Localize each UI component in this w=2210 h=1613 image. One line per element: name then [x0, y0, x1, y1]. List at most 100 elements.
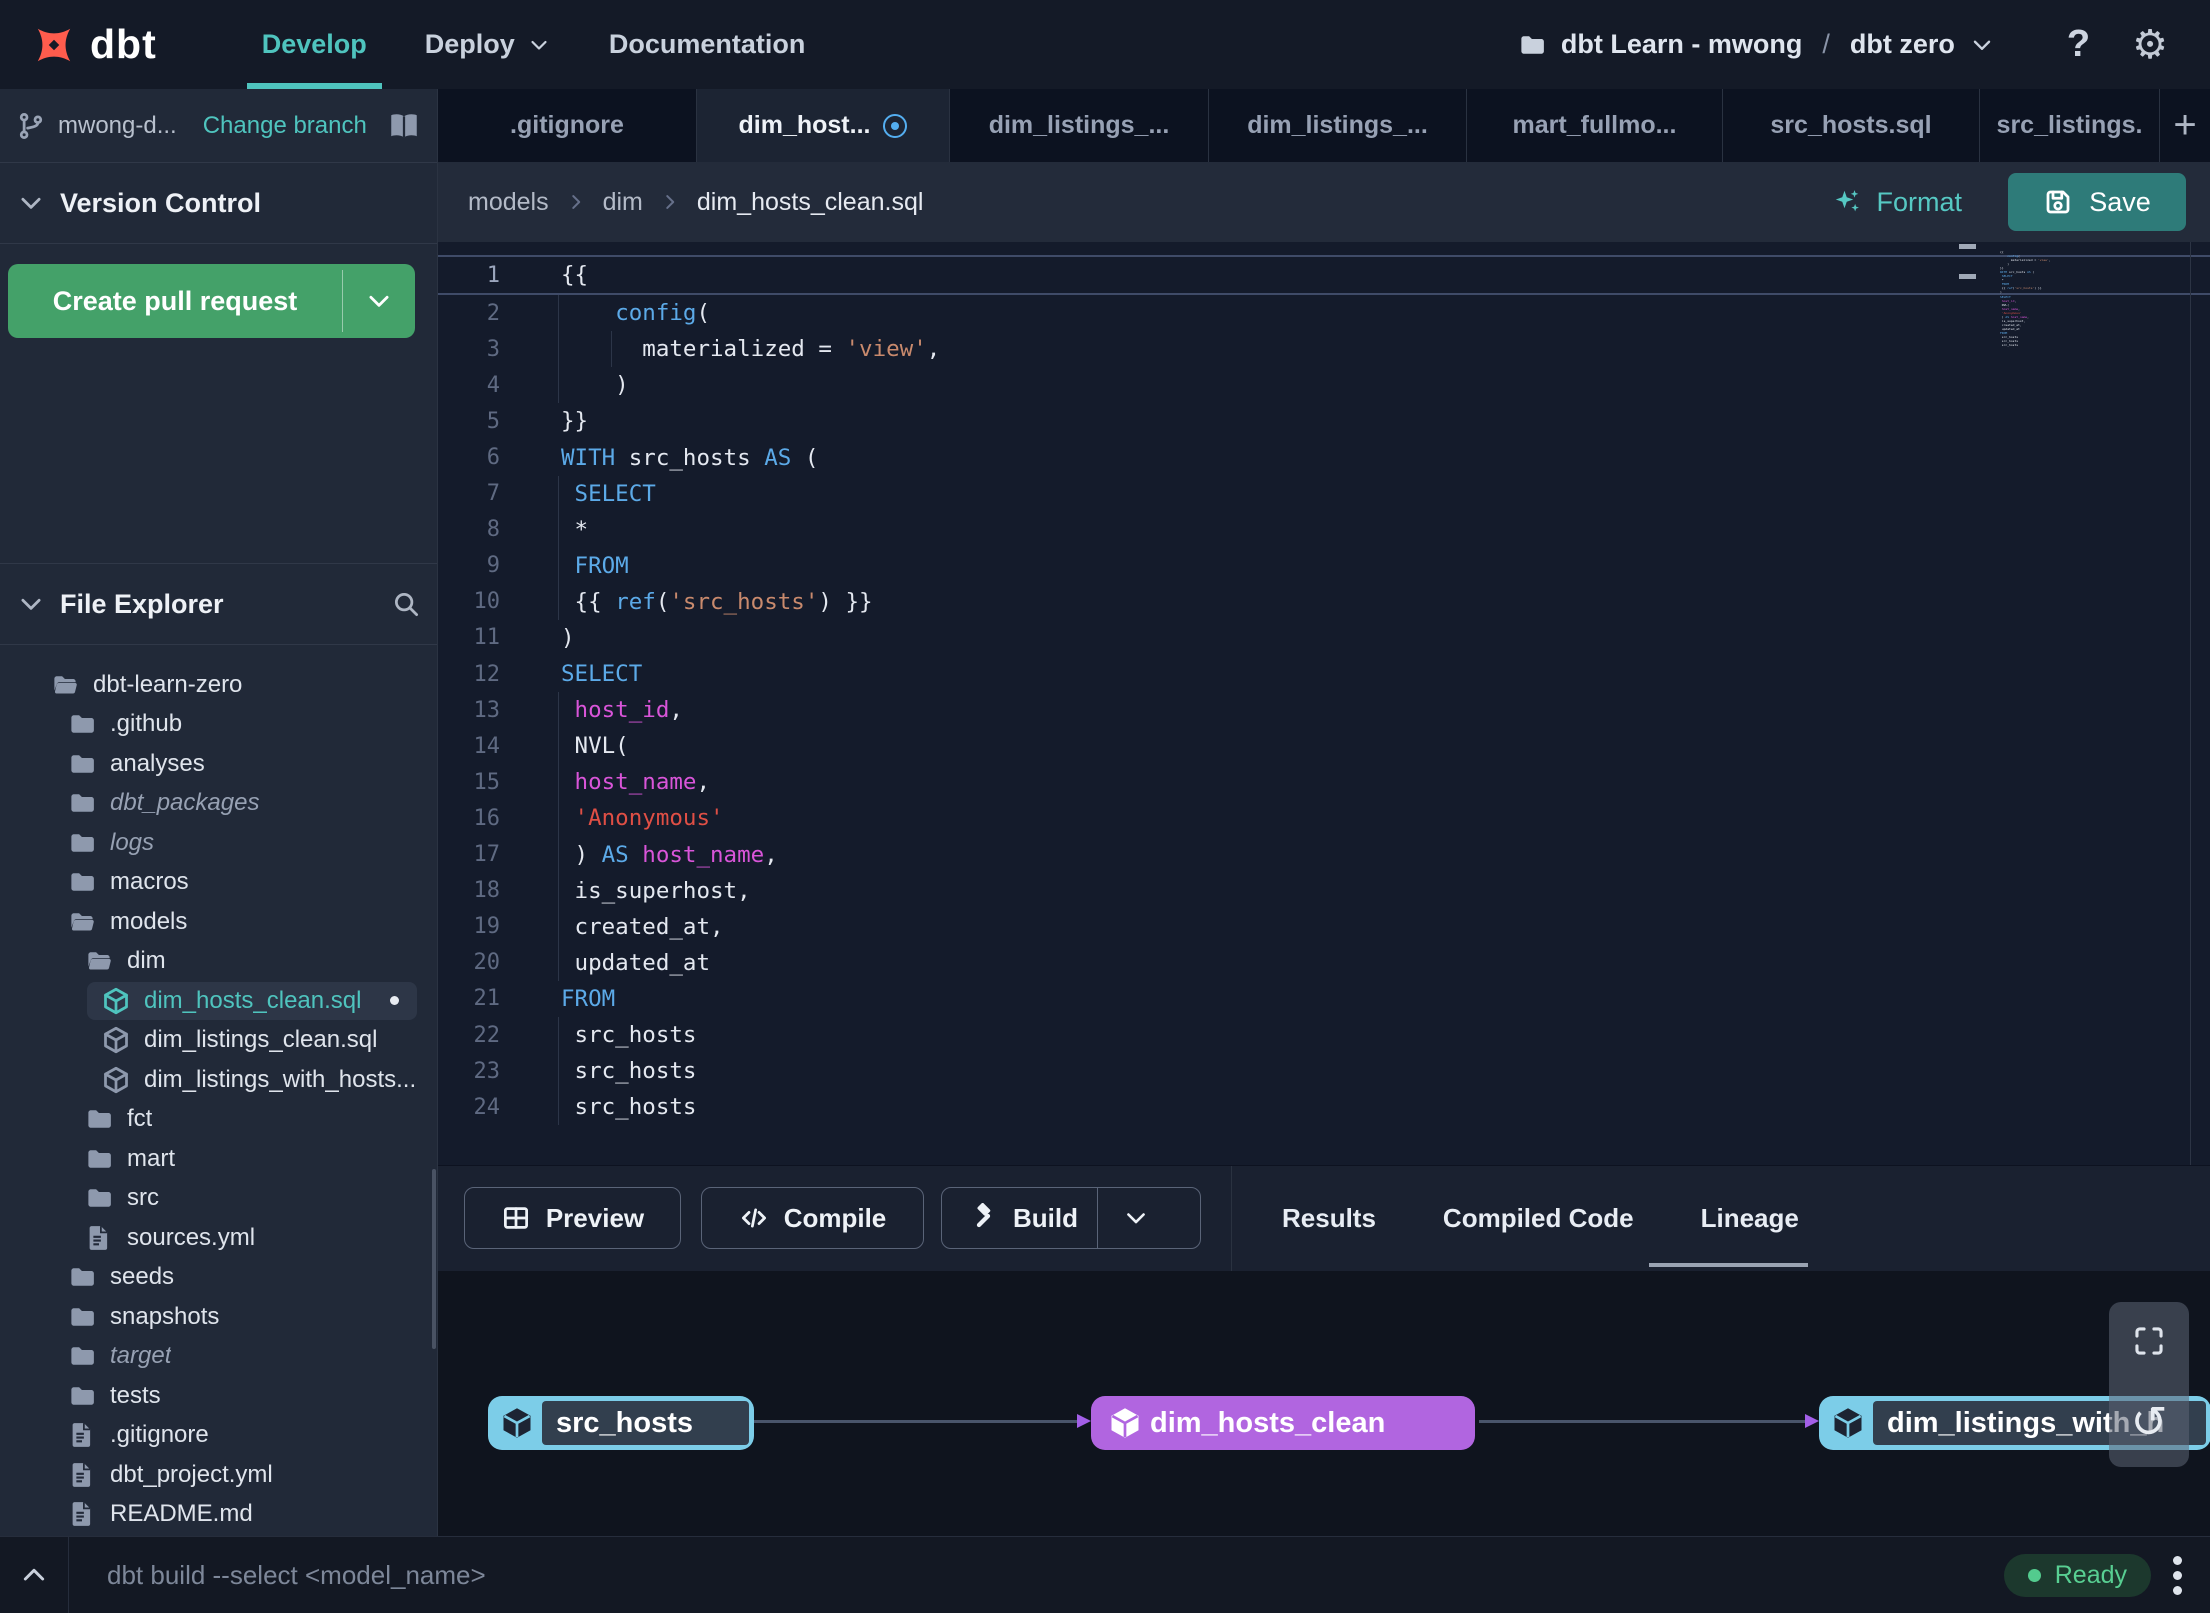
code-line-19[interactable]: 19 created_at,	[438, 908, 2210, 945]
code-line-20[interactable]: 20 updated_at	[438, 944, 2210, 981]
model-cube-icon	[1830, 1405, 1866, 1441]
create-pull-request-button[interactable]: Create pull request	[8, 264, 415, 338]
tree-item-snapshots[interactable]: snapshots	[0, 1297, 437, 1337]
file-tab-4[interactable]: mart_fullmo...	[1467, 89, 1723, 162]
tree-item-dim_hosts_clean.sql[interactable]: dim_hosts_clean.sql	[0, 981, 437, 1021]
code-line-9[interactable]: 9 FROM	[438, 547, 2210, 584]
file-tab-3[interactable]: dim_listings_...	[1209, 89, 1467, 162]
tree-item-dim_listings_clean.sql[interactable]: dim_listings_clean.sql	[0, 1021, 437, 1061]
kebab-menu-icon[interactable]	[2173, 1555, 2182, 1595]
code-line-10[interactable]: 10 {{ ref('src_hosts') }}	[438, 583, 2210, 620]
format-button[interactable]: Format	[1832, 187, 1962, 218]
tree-item-macros[interactable]: macros	[0, 863, 437, 903]
editor-minimap[interactable]: {{ config( materialized = 'view', )}} WIT…	[2000, 250, 2062, 347]
tree-item-mart[interactable]: mart	[0, 1139, 437, 1179]
search-icon[interactable]	[391, 589, 421, 619]
lineage-node-src_hosts[interactable]: src_hosts	[488, 1396, 754, 1450]
file-tab-0[interactable]: .gitignore	[438, 89, 697, 162]
file-tab-2[interactable]: dim_listings_...	[950, 89, 1209, 162]
indent-guide	[558, 908, 559, 945]
fullscreen-icon[interactable]	[2132, 1324, 2166, 1358]
file-tab-1[interactable]: dim_host...	[697, 89, 950, 162]
tree-item-fct[interactable]: fct	[0, 1100, 437, 1140]
sidebar-scrollbar[interactable]	[432, 1169, 436, 1349]
code-line-4[interactable]: 4 )	[438, 367, 2210, 404]
tree-item-label: fct	[127, 1105, 153, 1133]
code-line-22[interactable]: 22 src_hosts	[438, 1016, 2210, 1054]
refresh-icon[interactable]: ↺	[2131, 1401, 2168, 1445]
tree-item-target[interactable]: target	[0, 1337, 437, 1377]
code-line-11[interactable]: 11)	[438, 620, 2210, 656]
tree-item-src[interactable]: src	[0, 1179, 437, 1219]
dbt-logo[interactable]: dbt	[30, 21, 157, 69]
code-line-3[interactable]: 3 materialized = 'view',	[438, 331, 2210, 368]
tree-item-.github[interactable]: .github	[0, 705, 437, 745]
version-control-header[interactable]: Version Control	[0, 163, 437, 244]
code-line-16[interactable]: 16 'Anonymous'	[438, 800, 2210, 837]
tree-item-logs[interactable]: logs	[0, 823, 437, 863]
code-line-24[interactable]: 24 src_hosts	[438, 1089, 2210, 1126]
tree-item-README.md[interactable]: README.md	[0, 1495, 437, 1535]
build-button[interactable]: Build	[941, 1187, 1201, 1249]
save-button[interactable]: Save	[2008, 173, 2186, 231]
breadcrumb-dim[interactable]: dim	[603, 188, 643, 217]
code-line-6[interactable]: 6 WITH src_hosts AS (	[438, 439, 2210, 475]
code-line-5[interactable]: 5}}	[438, 403, 2210, 439]
editor-scrollbar-track[interactable]	[2190, 242, 2191, 1165]
command-input[interactable]: dbt build --select <model_name>	[107, 1560, 486, 1591]
tree-item-seeds[interactable]: seeds	[0, 1258, 437, 1298]
tree-item-dbt_packages[interactable]: dbt_packages	[0, 784, 437, 824]
gear-icon[interactable]: ⚙	[2132, 25, 2168, 65]
breadcrumb-models[interactable]: models	[468, 188, 549, 217]
tree-item-dim_listings_with_hosts...[interactable]: dim_listings_with_hosts...	[0, 1060, 437, 1100]
build-dropdown-chevron-icon[interactable]	[1097, 1188, 1174, 1248]
code-line-1[interactable]: 1 {{	[438, 255, 2210, 296]
file-explorer-header[interactable]: File Explorer	[0, 563, 437, 645]
code-line-14[interactable]: 14 NVL(	[438, 728, 2210, 765]
new-tab-button[interactable]: +	[2160, 89, 2210, 162]
chevron-up-icon[interactable]	[0, 1537, 69, 1613]
compile-button[interactable]: Compile	[701, 1187, 924, 1249]
folder-icon	[67, 749, 97, 779]
file-tab-5[interactable]: src_hosts.sql	[1723, 89, 1980, 162]
docs-book-icon[interactable]	[387, 109, 421, 143]
tree-item-.gitignore[interactable]: .gitignore	[0, 1416, 437, 1456]
code-text: is_superhost,	[561, 877, 751, 904]
tree-item-dbt_project.yml[interactable]: dbt_project.yml	[0, 1455, 437, 1495]
navbar-right: dbt Learn - mwong / dbt zero ? ⚙	[1517, 23, 2210, 66]
code-line-21[interactable]: 21 FROM	[438, 981, 2210, 1017]
tree-item-models[interactable]: models	[0, 902, 437, 942]
panel-tab-compiled-code[interactable]: Compiled Code	[1443, 1203, 1634, 1234]
code-line-15[interactable]: 15 host_name,	[438, 764, 2210, 801]
model-cube-icon	[499, 1405, 535, 1441]
nav-item-label: Develop	[261, 29, 367, 59]
file-tab-6[interactable]: src_listings.	[1980, 89, 2160, 162]
help-icon[interactable]: ?	[2067, 23, 2090, 66]
nav-item-documentation[interactable]: Documentation	[580, 0, 835, 89]
code-line-7[interactable]: 7 SELECT	[438, 475, 2210, 512]
nav-item-deploy[interactable]: Deploy	[396, 0, 580, 89]
lineage-canvas[interactable]: src_hosts dim_hosts_clean dim_listings_wit…	[438, 1271, 2210, 1537]
tree-item-analyses[interactable]: analyses	[0, 744, 437, 784]
pr-dropdown-chevron-icon[interactable]	[343, 264, 415, 338]
code-line-8[interactable]: 8 *	[438, 511, 2210, 548]
code-line-13[interactable]: 13 host_id,	[438, 692, 2210, 729]
tree-item-dbt-learn-zero[interactable]: dbt-learn-zero	[0, 665, 437, 705]
preview-button[interactable]: Preview	[464, 1187, 681, 1249]
code-editor[interactable]: 1{{2 config(3 materialized = 'view', 4 ) 5…	[438, 242, 2210, 1166]
code-line-12[interactable]: 12 SELECT	[438, 656, 2210, 692]
tree-item-tests[interactable]: tests	[0, 1376, 437, 1416]
project-switcher[interactable]: dbt Learn - mwong / dbt zero	[1517, 29, 1995, 60]
code-line-17[interactable]: 17 ) AS host_name,	[438, 836, 2210, 873]
tree-item-sources.yml[interactable]: sources.yml	[0, 1218, 437, 1258]
code-line-18[interactable]: 18 is_superhost,	[438, 872, 2210, 909]
change-branch-link[interactable]: Change branch	[203, 112, 367, 140]
code-line-23[interactable]: 23 src_hosts	[438, 1053, 2210, 1090]
dbt-cloud-ide-window: dbt Develop Deploy Documentation dbt Learn…	[0, 0, 2210, 1613]
tree-item-dim[interactable]: dim	[0, 942, 437, 982]
panel-tab-results[interactable]: Results	[1282, 1203, 1376, 1234]
code-line-2[interactable]: 2 config(	[438, 295, 2210, 332]
lineage-node-dim_hosts_clean[interactable]: dim_hosts_clean	[1091, 1396, 1475, 1450]
nav-item-develop[interactable]: Develop	[233, 0, 396, 89]
panel-tab-lineage[interactable]: Lineage	[1701, 1203, 1799, 1234]
